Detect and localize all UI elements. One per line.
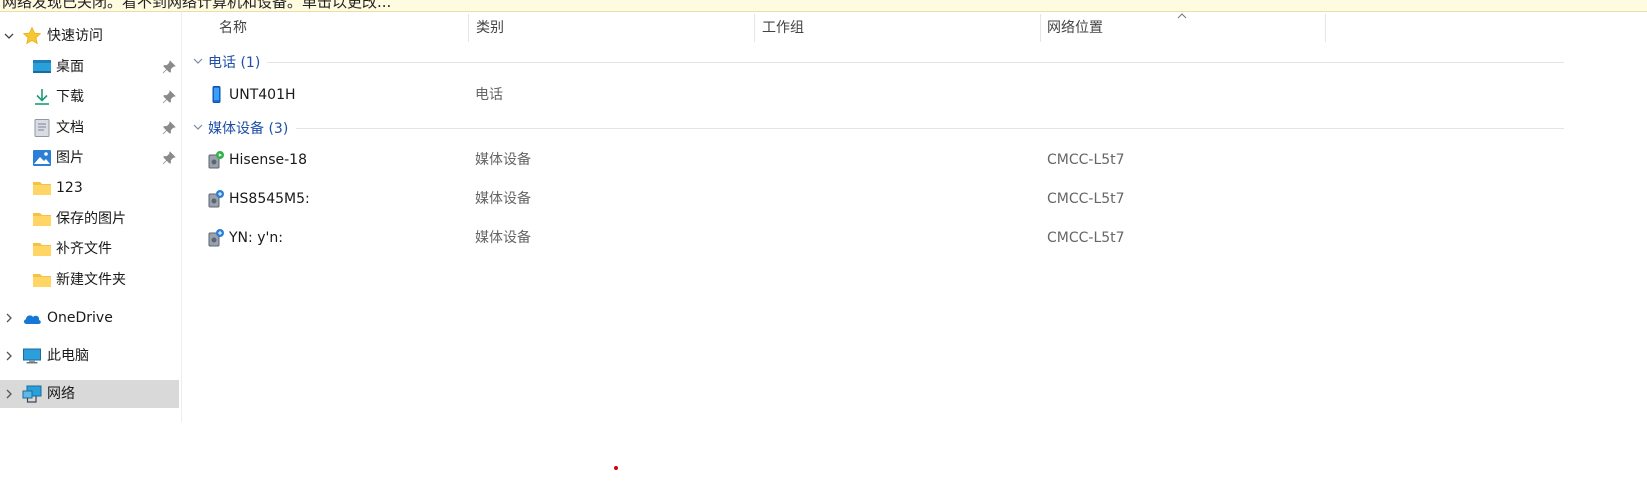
group-divider (296, 128, 1564, 129)
nav-this-pc[interactable]: 此电脑 (0, 342, 181, 370)
nav-label: 保存的图片 (56, 211, 126, 227)
media-device-icon (206, 228, 226, 248)
row-location: CMCC-L5t7 (1047, 191, 1125, 207)
group-label: 电话 (1) (208, 55, 261, 71)
row-category: 媒体设备 (475, 230, 531, 246)
group-header-phone[interactable]: 电话 (1) (192, 51, 1564, 73)
phone-icon (206, 85, 226, 105)
nav-label: 下载 (56, 89, 84, 105)
info-bar[interactable]: 网络发现已关闭。看不到网络计算机和设备。单击以更改... (0, 0, 1647, 12)
table-row[interactable]: HS8545M5: 媒体设备 CMCC-L5t7 (184, 183, 1564, 215)
column-header-location[interactable]: 网络位置 (1047, 14, 1323, 42)
nav-item-new-folder[interactable]: 新建文件夹 (0, 266, 181, 294)
nav-item-folder-fill[interactable]: 补齐文件 (0, 235, 181, 263)
nav-onedrive[interactable]: OneDrive (0, 304, 181, 332)
column-divider[interactable] (754, 14, 755, 42)
nav-item-saved-pictures[interactable]: 保存的图片 (0, 205, 181, 233)
chevron-down-icon[interactable] (192, 121, 204, 133)
table-row[interactable]: YN: y'n: 媒体设备 CMCC-L5t7 (184, 222, 1564, 254)
nav-label: 快速访问 (47, 28, 103, 44)
nav-item-downloads[interactable]: 下载 (0, 83, 181, 111)
nav-label: 图片 (56, 150, 84, 166)
group-label: 媒体设备 (3) (208, 121, 289, 137)
pin-icon[interactable] (162, 60, 176, 74)
nav-item-documents[interactable]: 文档 (0, 114, 181, 142)
nav-quick-access[interactable]: 快速访问 (0, 22, 181, 50)
chevron-right-icon[interactable] (4, 380, 14, 408)
group-divider (267, 62, 1564, 63)
media-device-icon (206, 189, 226, 209)
chevron-down-icon[interactable] (192, 55, 204, 67)
folder-icon (32, 239, 52, 259)
pictures-icon (32, 148, 52, 168)
pin-icon[interactable] (162, 90, 176, 104)
cloud-icon (22, 308, 42, 328)
nav-item-pictures[interactable]: 图片 (0, 144, 181, 172)
download-icon (32, 87, 52, 107)
nav-label: 此电脑 (47, 348, 89, 364)
row-name: YN: y'n: (229, 230, 283, 246)
network-icon (22, 384, 42, 404)
column-header-name[interactable]: 名称 (219, 14, 467, 42)
column-header-category[interactable]: 类别 (476, 14, 752, 42)
nav-label: 网络 (47, 386, 75, 402)
info-bar-text: 网络发现已关闭。看不到网络计算机和设备。单击以更改... (2, 0, 392, 11)
chevron-right-icon[interactable] (4, 342, 14, 370)
row-location: CMCC-L5t7 (1047, 152, 1125, 168)
row-category: 媒体设备 (475, 152, 531, 168)
document-icon (32, 118, 52, 138)
column-divider[interactable] (1325, 14, 1326, 42)
row-category: 媒体设备 (475, 191, 531, 207)
cursor-dot (614, 466, 618, 470)
computer-icon (22, 346, 42, 366)
media-device-icon (206, 150, 226, 170)
folder-icon (32, 270, 52, 290)
pin-icon[interactable] (162, 121, 176, 135)
nav-label: 新建文件夹 (56, 272, 126, 288)
group-header-media[interactable]: 媒体设备 (3) (192, 117, 1564, 139)
star-icon (22, 26, 42, 46)
nav-label: 桌面 (56, 59, 84, 75)
nav-label: 123 (56, 180, 83, 196)
nav-item-folder-123[interactable]: 123 (0, 174, 181, 202)
pin-icon[interactable] (162, 151, 176, 165)
folder-icon (32, 178, 52, 198)
column-header-workgroup[interactable]: 工作组 (762, 14, 1038, 42)
chevron-down-icon[interactable] (4, 22, 14, 50)
desktop-icon (32, 57, 52, 77)
table-row[interactable]: Hisense-18 媒体设备 CMCC-L5t7 (184, 144, 1564, 176)
nav-label: 文档 (56, 120, 84, 136)
nav-item-desktop[interactable]: 桌面 (0, 53, 181, 81)
folder-icon (32, 209, 52, 229)
row-name: Hisense-18 (229, 152, 307, 168)
nav-network[interactable]: 网络 (0, 380, 179, 408)
nav-label: 补齐文件 (56, 241, 112, 257)
chevron-right-icon[interactable] (4, 304, 14, 332)
navigation-pane: 快速访问 桌面 下载 文档 图片 123 保存的图片 补齐文件 新建文件夹 On… (0, 12, 182, 422)
column-divider[interactable] (468, 14, 469, 42)
column-divider[interactable] (1040, 14, 1041, 42)
row-location: CMCC-L5t7 (1047, 230, 1125, 246)
row-name: UNT401H (229, 87, 296, 103)
table-row[interactable]: UNT401H 电话 (184, 79, 1564, 111)
nav-label: OneDrive (47, 310, 113, 326)
row-name: HS8545M5: (229, 191, 310, 207)
row-category: 电话 (475, 87, 503, 103)
